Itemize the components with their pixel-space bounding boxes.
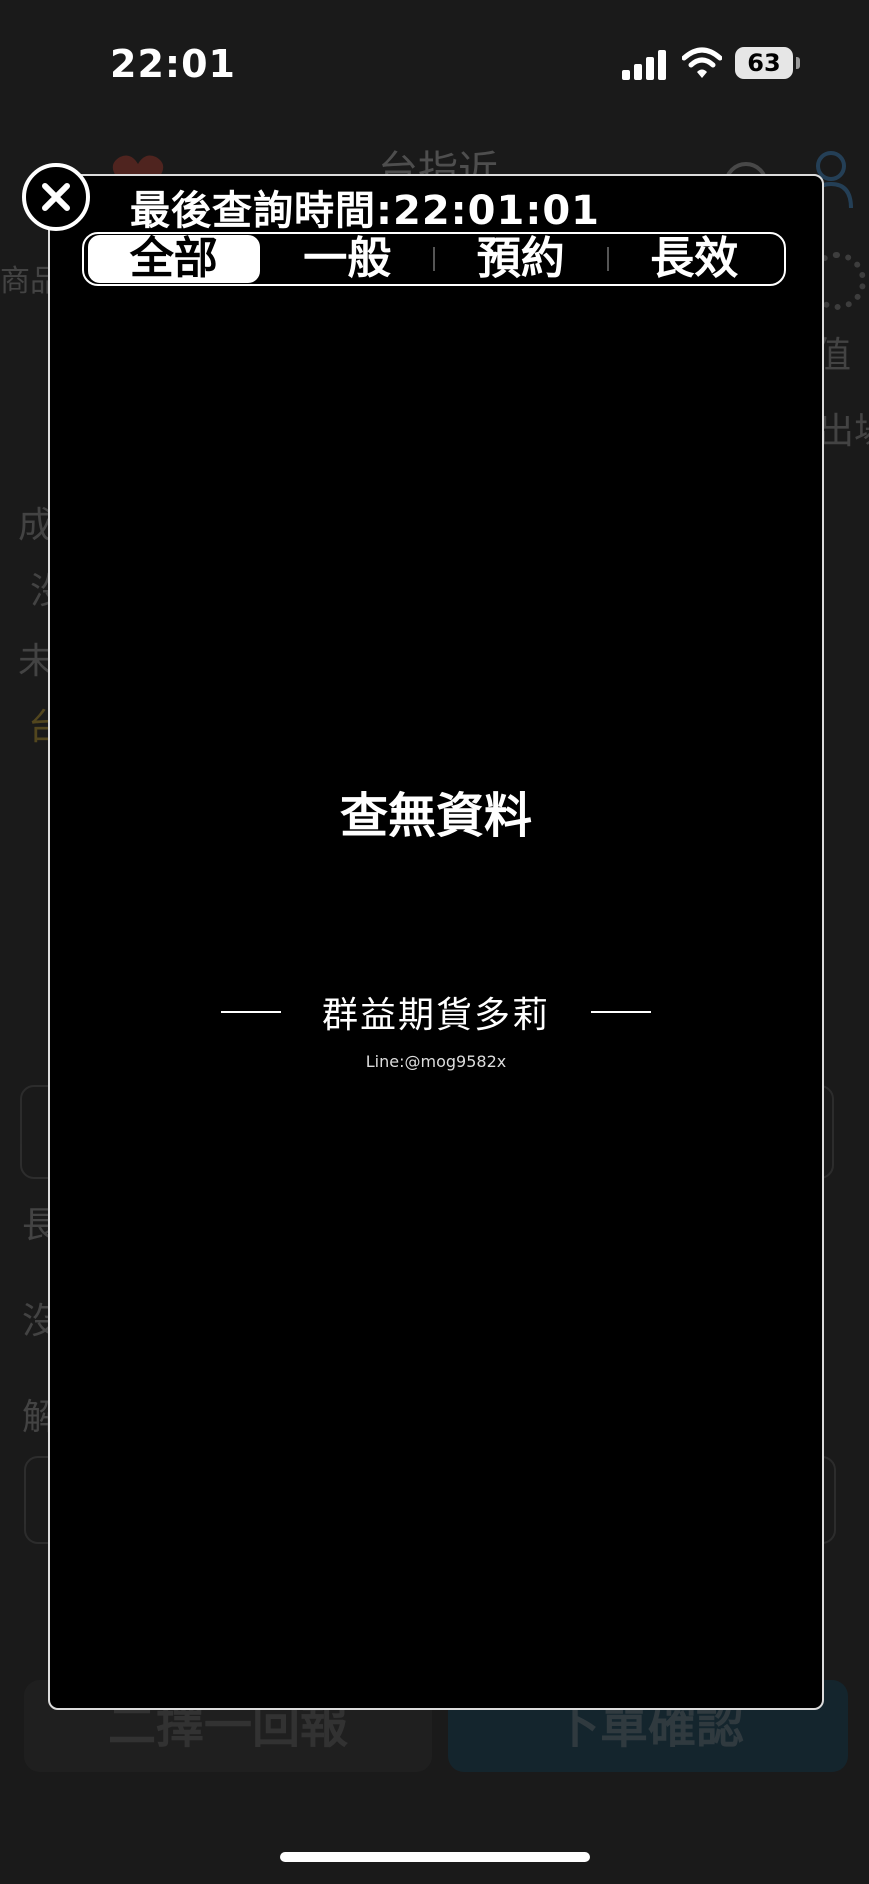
watermark-name: 群益期貨多莉 [321, 995, 550, 1036]
home-indicator[interactable] [280, 1852, 590, 1862]
last-query-time: 最後查詢時間:22:01:01 [130, 188, 600, 234]
watermark: 群益期貨多莉 Line:@mog9582x [50, 986, 822, 1071]
cellular-signal-icon [622, 50, 668, 80]
watermark-divider [220, 1011, 281, 1013]
background-right-label: 出場 [818, 411, 869, 452]
empty-state-message: 查無資料 [339, 788, 532, 844]
tab-scheduled[interactable]: 預約 [435, 235, 607, 283]
status-bar: 22:01 63 [0, 0, 869, 120]
watermark-line-id: Line:@mog9582x [365, 1052, 507, 1071]
battery-icon: 63 [735, 47, 800, 79]
tab-general[interactable]: 一般 [262, 235, 434, 283]
order-type-tabs: 全部 一般 預約 長效 [82, 232, 786, 286]
status-time: 22:01 [110, 42, 236, 86]
close-button[interactable] [22, 163, 90, 231]
order-query-modal: 最後查詢時間:22:01:01 全部 一般 預約 長效 查無資料 群益期貨多莉 … [48, 174, 824, 1710]
close-icon [42, 183, 70, 211]
tab-long-term[interactable]: 長效 [609, 235, 781, 283]
tab-all[interactable]: 全部 [88, 235, 260, 283]
wifi-icon [682, 47, 722, 78]
watermark-divider [591, 1011, 652, 1013]
